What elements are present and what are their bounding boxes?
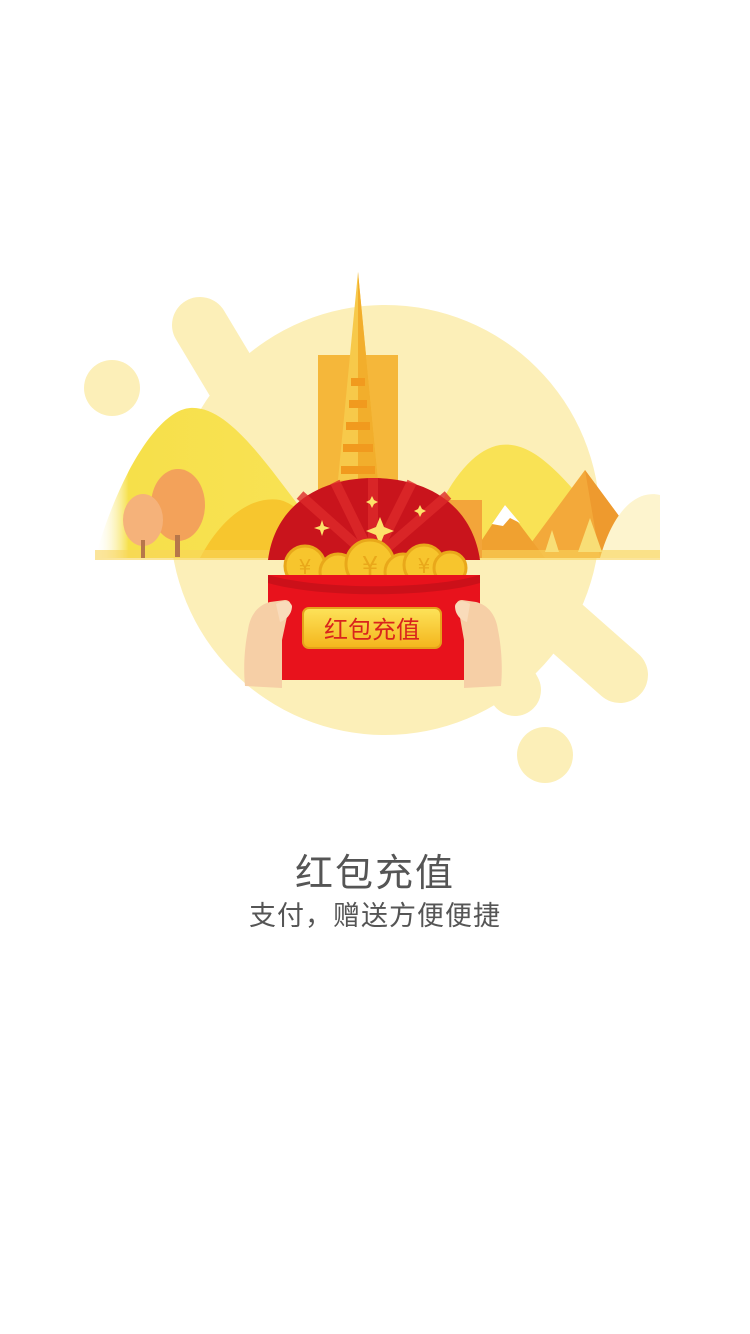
small-pale-circle [84,360,140,416]
diagonal-stripe [507,572,648,703]
tree-trunk [141,540,145,558]
onboarding-subtitle: 支付，赠送方便便捷 [249,901,501,932]
onboarding-title: 红包充值 [294,851,455,895]
tower-window [349,400,367,408]
tower-window [351,378,365,386]
tower-window [341,466,375,474]
tree-trunk [175,535,180,557]
tower-window [346,422,370,430]
tower-window [343,444,373,452]
red-envelope: ¥ ¥ ¥ 红包充值 [268,478,480,680]
tree-crown [123,494,163,546]
envelope-button-label: 红包充值 [324,616,420,644]
coin-symbol: ¥ [418,554,431,578]
small-pale-circle [517,727,573,783]
red-envelope-illustration: ¥ ¥ ¥ 红包充值 [84,272,660,783]
